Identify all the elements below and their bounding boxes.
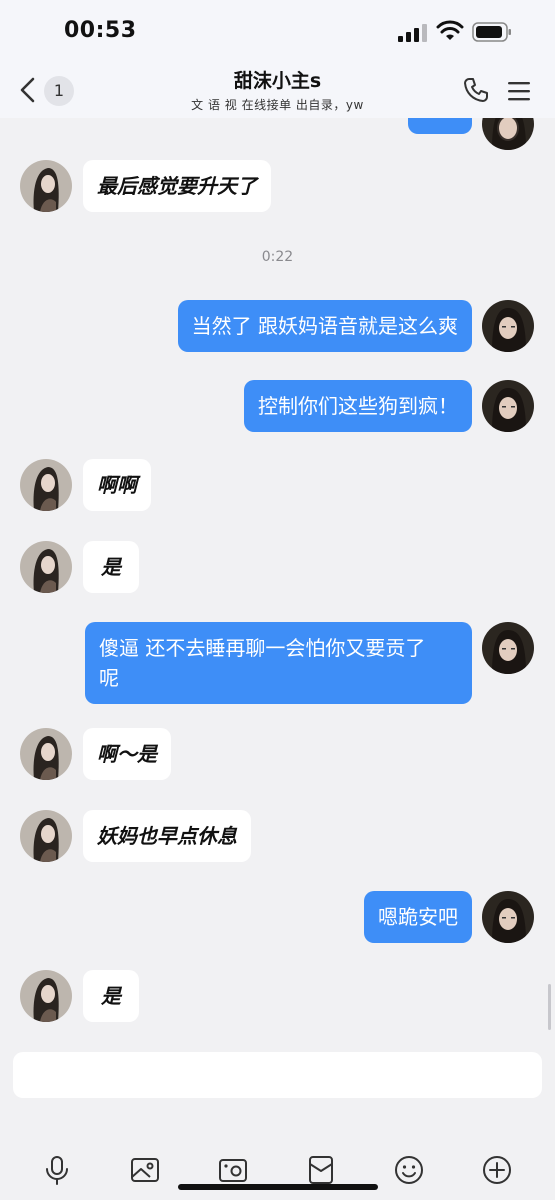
home-indicator[interactable] (178, 1184, 378, 1190)
image-icon[interactable] (129, 1154, 161, 1186)
avatar-contact[interactable] (20, 728, 72, 780)
phone-icon[interactable] (462, 76, 490, 104)
camera-icon[interactable] (217, 1154, 249, 1186)
red-packet-icon[interactable] (305, 1154, 337, 1186)
message-bubble-incoming[interactable]: 啊～是 (83, 728, 171, 780)
message-text-line: 呢 (99, 666, 119, 690)
avatar-contact[interactable] (20, 160, 72, 212)
message-bubble-incoming[interactable]: 是 (83, 541, 139, 593)
avatar-self[interactable] (482, 300, 534, 352)
microphone-icon[interactable] (41, 1154, 73, 1186)
message-input[interactable] (13, 1052, 542, 1098)
message-bubble-outgoing[interactable]: 控制你们这些狗到疯！ (244, 380, 472, 432)
signal-icon (398, 24, 427, 42)
message-bubble-outgoing[interactable] (408, 118, 472, 134)
battery-icon (472, 22, 511, 42)
message-list[interactable]: 最后感觉要升天了 0:22 当然了 跟妖妈语音就是这么爽 控制你们这些狗到疯！ … (0, 118, 555, 1042)
message-bubble-outgoing[interactable]: 当然了 跟妖妈语音就是这么爽 (177, 300, 472, 352)
status-bar: 00:53 (0, 0, 555, 62)
plus-icon[interactable] (481, 1154, 513, 1186)
scrollbar[interactable] (548, 984, 551, 1030)
message-bubble-incoming[interactable]: 是 (83, 970, 139, 1022)
timestamp: 0:22 (261, 249, 294, 265)
emoji-icon[interactable] (393, 1154, 425, 1186)
avatar-self[interactable] (482, 891, 534, 943)
avatar-contact[interactable] (20, 459, 72, 511)
message-bubble-outgoing[interactable]: 嗯跪安吧 (364, 891, 472, 943)
message-bubble-incoming[interactable]: 妖妈也早点休息 (83, 810, 251, 862)
avatar-contact[interactable] (20, 810, 72, 862)
menu-icon[interactable] (507, 80, 531, 102)
avatar-self[interactable] (482, 380, 534, 432)
message-bubble-incoming[interactable]: 最后感觉要升天了 (83, 160, 271, 212)
avatar-self[interactable] (482, 622, 534, 674)
chat-header: 1 甜沫小主s 文 语 视 在线接单 出自录，yw (0, 62, 555, 118)
avatar-contact[interactable] (20, 970, 72, 1022)
composer (0, 1042, 555, 1200)
message-text-line: 傻逼 还不去睡再聊一会怕你又要贡了 (99, 636, 426, 660)
message-bubble-outgoing[interactable]: 傻逼 还不去睡再聊一会怕你又要贡了 呢 (85, 622, 472, 704)
message-bubble-incoming[interactable]: 啊啊 (83, 459, 151, 511)
avatar-contact[interactable] (20, 541, 72, 593)
wifi-icon (436, 20, 464, 40)
avatar-self[interactable] (482, 118, 534, 150)
status-time: 00:53 (64, 18, 137, 43)
